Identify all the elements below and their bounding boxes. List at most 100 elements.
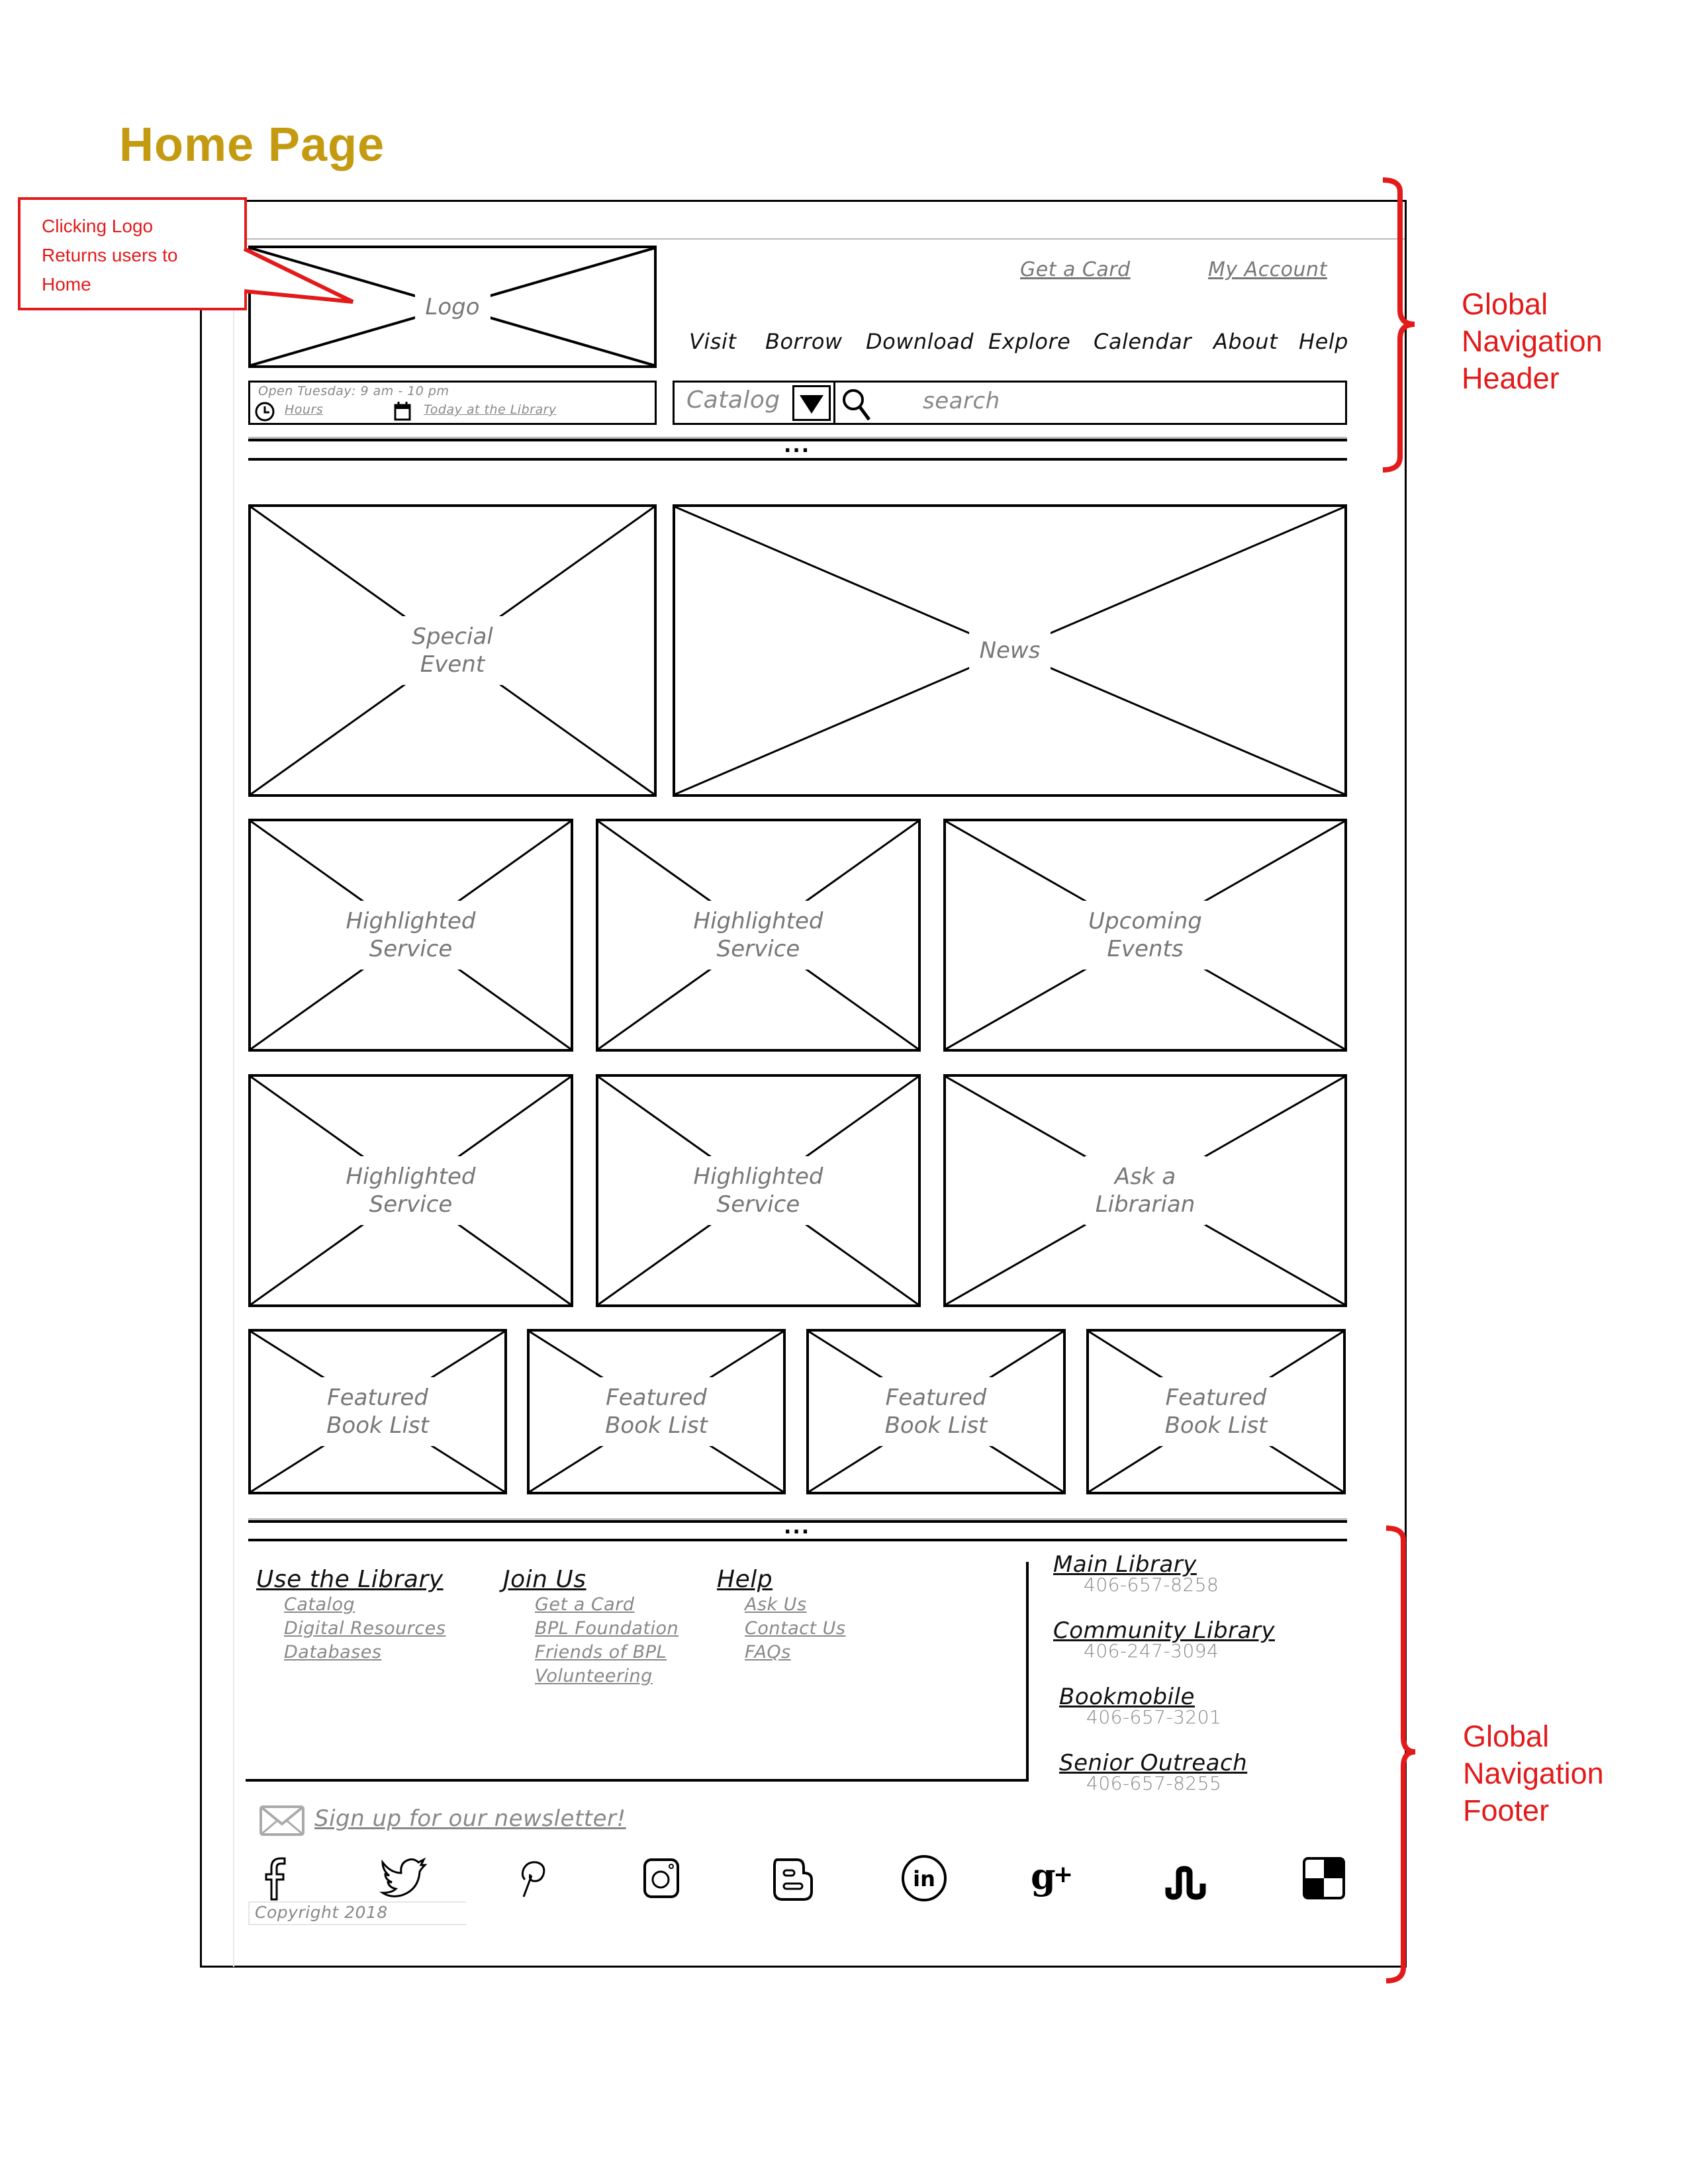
header-brace [1382, 177, 1415, 473]
footer-vertical-divider [1026, 1562, 1029, 1782]
instagram-icon[interactable] [637, 1853, 687, 1903]
footer-column-join-us: Join Us Get a Card BPL Foundation Friend… [503, 1566, 679, 1688]
footer-link[interactable]: FAQs [745, 1641, 845, 1664]
delicious-icon[interactable] [1299, 1853, 1349, 1903]
row4-placeholder-1[interactable]: Featured Book List [248, 1329, 507, 1494]
pinterest-icon[interactable] [506, 1853, 557, 1903]
search-bar: Catalog search [673, 381, 1347, 425]
annotation-line: Global [1462, 287, 1548, 321]
callout-pointer [242, 247, 354, 304]
location-phone: 406-657-8255 [1086, 1772, 1222, 1794]
footer-heading[interactable]: Join Us [503, 1566, 679, 1593]
annotation-line: Global [1463, 1719, 1550, 1753]
logo-label: Logo [414, 286, 491, 328]
clock-icon [255, 402, 275, 422]
placeholder-label: Featured Book List [1154, 1377, 1278, 1446]
page-title: Home Page [119, 118, 385, 171]
placeholder-label-line: Featured [1165, 1385, 1267, 1411]
search-icon[interactable] [840, 387, 873, 422]
footer-link[interactable]: Ask Us [745, 1593, 845, 1617]
row4-placeholder-2[interactable]: Featured Book List [527, 1329, 786, 1494]
header-more-dots[interactable]: ... [784, 436, 810, 456]
linkedin-icon[interactable]: in [899, 1853, 949, 1903]
get-a-card-link[interactable]: Get a Card [1020, 258, 1131, 281]
newsletter-signup-link[interactable]: Sign up for our newsletter! [314, 1805, 626, 1832]
row2-placeholder-2[interactable]: Highlighted Service [596, 819, 921, 1052]
today-at-library-link[interactable]: Today at the Library [424, 402, 557, 417]
footer-link[interactable]: Digital Resources [284, 1617, 445, 1641]
row3-placeholder-3[interactable]: Ask a Librarian [943, 1074, 1347, 1307]
nav-visit[interactable]: Visit [689, 329, 736, 354]
footer-link[interactable]: Volunteering [535, 1664, 679, 1688]
row4-placeholder-4[interactable]: Featured Book List [1086, 1329, 1346, 1494]
placeholder-label-line: Book List [605, 1412, 708, 1439]
placeholder-label-line: Events [1107, 936, 1184, 962]
placeholder-label-line: Librarian [1095, 1191, 1196, 1218]
placeholder-label-line: Service [369, 936, 453, 962]
open-hours-text: Open Tuesday: 9 am - 10 pm [258, 384, 449, 398]
nav-explore[interactable]: Explore [988, 329, 1070, 354]
footer-link[interactable]: Catalog [284, 1593, 445, 1617]
my-account-link[interactable]: My Account [1208, 258, 1327, 281]
hero-placeholder-2[interactable]: News [673, 504, 1347, 797]
placeholder-label-line: Book List [326, 1412, 429, 1439]
svg-text:g: g [1031, 1855, 1056, 1897]
hours-link[interactable]: Hours [285, 402, 323, 417]
browser-top-line [233, 238, 1405, 240]
location-bookmobile: Bookmobile 406-657-3201 [1059, 1684, 1221, 1728]
hours-widget: Open Tuesday: 9 am - 10 pm Hours Today a… [248, 381, 657, 425]
placeholder-label-line: Event [420, 651, 485, 678]
annotation-line: Footer [1463, 1794, 1550, 1827]
row3-placeholder-2[interactable]: Highlighted Service [596, 1074, 921, 1307]
google-plus-icon[interactable]: g + [1028, 1853, 1078, 1903]
search-separator [833, 383, 835, 423]
footer-link[interactable]: Databases [284, 1641, 445, 1664]
footer-heading[interactable]: Use the Library [256, 1566, 445, 1593]
nav-download[interactable]: Download [866, 329, 974, 354]
nav-about[interactable]: About [1213, 329, 1278, 354]
row2-placeholder-1[interactable]: Highlighted Service [248, 819, 573, 1052]
row2-placeholder-3[interactable]: Upcoming Events [943, 819, 1347, 1052]
nav-calendar[interactable]: Calendar [1094, 329, 1192, 354]
placeholder-label: Highlighted Service [682, 901, 834, 970]
placeholder-label-line: Service [716, 1191, 800, 1218]
nav-borrow[interactable]: Borrow [765, 329, 843, 354]
search-input[interactable]: search [923, 388, 1000, 414]
calendar-icon [394, 402, 411, 421]
stumbleupon-icon[interactable] [1160, 1853, 1211, 1903]
footer-column-use-library: Use the Library Catalog Digital Resource… [256, 1566, 445, 1664]
placeholder-label: Upcoming Events [1078, 901, 1213, 970]
footer-more-dots[interactable]: ... [784, 1518, 810, 1537]
row4-placeholder-3[interactable]: Featured Book List [806, 1329, 1066, 1494]
twitter-icon[interactable] [377, 1853, 428, 1903]
nav-help[interactable]: Help [1299, 329, 1348, 354]
placeholder-label-line: Upcoming [1088, 908, 1202, 934]
hero-placeholder-1[interactable]: Special Event [248, 504, 657, 797]
placeholder-label-line: Highlighted [693, 1163, 823, 1190]
footer-heading[interactable]: Help [717, 1566, 845, 1593]
placeholder-label: Featured Book List [594, 1377, 718, 1446]
footer-link[interactable]: Get a Card [535, 1593, 679, 1617]
scope-dropdown-button[interactable] [792, 385, 831, 421]
footer-annotation: Global Navigation Footer [1463, 1718, 1604, 1829]
copyright-text: Copyright 2018 [248, 1901, 466, 1925]
placeholder-label: News [968, 630, 1051, 671]
facebook-icon[interactable] [252, 1853, 302, 1903]
footer-link[interactable]: Contact Us [745, 1617, 845, 1641]
search-scope-select[interactable]: Catalog [686, 387, 780, 414]
blogger-icon[interactable] [768, 1853, 818, 1903]
chevron-down-icon [800, 395, 823, 414]
footer-link[interactable]: Friends of BPL [535, 1641, 679, 1664]
callout-line: Returns users to [42, 245, 178, 265]
footer-link[interactable]: BPL Foundation [535, 1617, 679, 1641]
footer-horizontal-divider [246, 1779, 1029, 1782]
header-annotation: Global Navigation Header [1462, 286, 1603, 397]
placeholder-label: Highlighted Service [335, 901, 487, 970]
row3-placeholder-1[interactable]: Highlighted Service [248, 1074, 573, 1307]
footer-divider-bottom [248, 1539, 1347, 1541]
placeholder-label-line: Featured [606, 1385, 707, 1411]
placeholder-label-line: Highlighted [346, 1163, 476, 1190]
placeholder-label: Highlighted Service [335, 1156, 487, 1225]
callout-line: Home [42, 274, 91, 295]
placeholder-label-line: Special [412, 623, 493, 650]
